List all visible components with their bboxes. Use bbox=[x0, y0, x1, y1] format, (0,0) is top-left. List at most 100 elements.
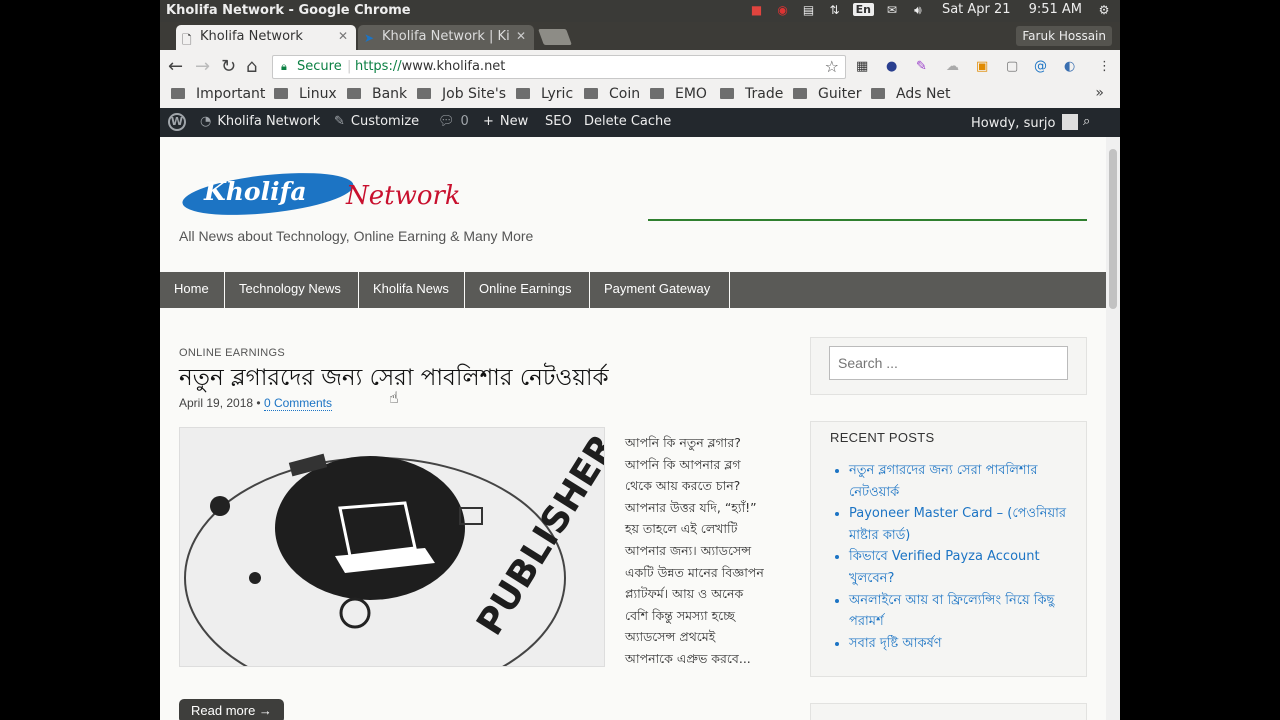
scrollbar-thumb[interactable] bbox=[1109, 149, 1117, 309]
post-category[interactable]: ONLINE EARNINGS bbox=[179, 347, 285, 359]
nav-home[interactable]: Home bbox=[160, 272, 225, 308]
excerpt-line: একটি উন্নত মানের বিজ্ঞাপন bbox=[625, 564, 764, 580]
tab-kholifa-second[interactable]: ➤ Kholifa Network | Ki ✕ bbox=[358, 25, 534, 50]
publisher-illustration: PUBLISHER bbox=[180, 428, 604, 666]
admin-comments[interactable]: 💬︎ 0 bbox=[438, 114, 469, 129]
cloud-extension-icon[interactable]: ☁ bbox=[946, 59, 959, 74]
address-bar[interactable]: 🔒︎ Secure | https://www.kholifa.net ☆ bbox=[272, 55, 846, 79]
bookmark-folder-job-sites[interactable]: Job Site's bbox=[417, 86, 506, 102]
profile-button[interactable]: Faruk Hossain bbox=[1016, 26, 1112, 46]
admin-seo[interactable]: SEO bbox=[545, 114, 572, 129]
logo-text-right[interactable]: Network bbox=[346, 181, 461, 211]
next-widget bbox=[810, 703, 1087, 720]
home-icon[interactable]: ⌂ bbox=[246, 56, 257, 77]
search-widget bbox=[810, 337, 1087, 395]
logo-text-left[interactable]: Kholifa bbox=[204, 177, 307, 206]
read-more-button[interactable]: Read more → bbox=[179, 699, 284, 720]
nav-technology-news[interactable]: Technology News bbox=[225, 272, 359, 308]
reload-icon[interactable]: ↻ bbox=[221, 56, 236, 77]
recent-posts-list: নতুন ব্লগারদের জন্য সেরা পাবলিশার নেটওয়… bbox=[829, 460, 1069, 654]
tab-kholifa-active[interactable]: 🗋 Kholifa Network ✕ bbox=[176, 25, 356, 50]
clock-label[interactable]: 9:51 AM bbox=[1029, 2, 1082, 17]
back-arrow-icon[interactable]: ← bbox=[168, 56, 183, 77]
excerpt-line: আপনি কি আপনার ব্লগ bbox=[625, 456, 741, 472]
folder-icon bbox=[650, 88, 664, 99]
tab-label: Kholifa Network | Ki bbox=[382, 29, 510, 44]
mail-icon[interactable]: ✉ bbox=[884, 3, 900, 17]
nav-kholifa-news[interactable]: Kholifa News bbox=[359, 272, 465, 308]
bookmarks-overflow-button[interactable]: » bbox=[1095, 85, 1104, 101]
excerpt-line: আপনাকে এপ্রুভ করবে... bbox=[625, 650, 751, 666]
bookmark-folder-emo[interactable]: EMO bbox=[650, 86, 707, 102]
admin-search-icon[interactable]: ⌕ bbox=[1083, 114, 1090, 129]
admin-customize[interactable]: ✎ Customize bbox=[334, 114, 419, 129]
tab-strip: 🗋 Kholifa Network ✕ ➤ Kholifa Network | … bbox=[160, 22, 1120, 50]
excerpt-line: প্ল্যাটফর্ম। আয় ও অনেক bbox=[625, 586, 744, 602]
post-meta: April 19, 2018 • 0 Comments bbox=[179, 396, 332, 411]
bookmark-folder-important[interactable]: Important bbox=[171, 86, 265, 102]
bookmark-folder-linux[interactable]: Linux bbox=[274, 86, 337, 102]
recent-post-link[interactable]: নতুন ব্লগারদের জন্য সেরা পাবলিশার নেটওয়… bbox=[849, 460, 1069, 503]
excerpt-line: অ্যাডসেন্স প্রথমেই bbox=[625, 629, 716, 645]
recorder-icon[interactable]: ◉ bbox=[775, 3, 791, 17]
date-label[interactable]: Sat Apr 21 bbox=[942, 2, 1011, 17]
pen-extension-icon[interactable]: ✎ bbox=[916, 59, 927, 74]
folder-icon bbox=[871, 88, 885, 99]
admin-delete-cache[interactable]: Delete Cache bbox=[584, 114, 671, 129]
at-sign-extension-icon[interactable]: @ bbox=[1034, 59, 1047, 74]
wordpress-logo-icon[interactable]: W bbox=[168, 113, 186, 131]
adblock-off-icon[interactable]: ▣ bbox=[976, 59, 988, 74]
url-text[interactable]: https://www.kholifa.net bbox=[355, 59, 505, 74]
recent-post-link[interactable]: অনলাইনে আয় বা ফ্রিল্যেন্সিং নিয়ে কিছু … bbox=[849, 590, 1069, 633]
forward-arrow-icon[interactable]: → bbox=[195, 56, 210, 77]
volume-icon[interactable]: 🔊︎ bbox=[910, 3, 926, 17]
url-host: www.kholifa.net bbox=[401, 59, 506, 74]
os-top-panel: Kholifa Network - Google Chrome ■ ◉ ▤ ⇅ … bbox=[160, 0, 1120, 22]
url-scheme: https:// bbox=[355, 59, 402, 74]
page-scrollbar[interactable] bbox=[1106, 137, 1120, 720]
page-icon: 🗋 bbox=[182, 33, 192, 47]
close-tab-icon[interactable]: ✕ bbox=[338, 29, 348, 43]
bookmark-folder-bank[interactable]: Bank bbox=[347, 86, 407, 102]
post-thumbnail[interactable]: PUBLISHER bbox=[179, 427, 605, 667]
clipboard-icon[interactable]: ▤ bbox=[801, 3, 817, 17]
dashboard-icon: ◔ bbox=[200, 114, 212, 129]
site-favicon-icon: ➤ bbox=[364, 31, 375, 45]
admin-howdy[interactable]: Howdy, surjo bbox=[971, 114, 1078, 131]
excerpt-line: আপনি কি নতুন ব্লগার? bbox=[625, 435, 741, 450]
bookmark-folder-lyric[interactable]: Lyric bbox=[516, 86, 573, 102]
qr-code-icon[interactable]: ▦ bbox=[856, 59, 868, 74]
bookmark-folder-trade[interactable]: Trade bbox=[720, 86, 783, 102]
close-tab-icon[interactable]: ✕ bbox=[516, 29, 526, 43]
nav-online-earnings[interactable]: Online Earnings bbox=[465, 272, 590, 308]
post-date: April 19, 2018 bbox=[179, 396, 254, 410]
bookmark-folder-guiter[interactable]: Guiter bbox=[793, 86, 861, 102]
folder-icon bbox=[584, 88, 598, 99]
tab-extension-icon[interactable]: ▢ bbox=[1006, 59, 1018, 74]
admin-new[interactable]: + New bbox=[483, 114, 528, 129]
bookmarks-bar: Important Linux Bank Job Site's Lyric Co… bbox=[160, 84, 1120, 108]
excerpt-line: থেকে আয় করতে চান? bbox=[625, 478, 741, 494]
window-title: Kholifa Network - Google Chrome bbox=[166, 3, 411, 18]
chrome-menu-icon[interactable]: ⋮ bbox=[1098, 59, 1111, 74]
recent-post-link[interactable]: সবার দৃষ্টি আকর্ষণ bbox=[849, 633, 1069, 655]
bookmark-folder-ads-net[interactable]: Ads Net bbox=[871, 86, 951, 102]
keyboard-language[interactable]: En bbox=[852, 3, 874, 16]
brush-icon: ✎ bbox=[334, 114, 345, 129]
nav-payment-gateway[interactable]: Payment Gateway bbox=[590, 272, 730, 308]
recent-post-link[interactable]: কিভাবে Verified Payza Account খুলবেন? bbox=[849, 546, 1069, 589]
recent-posts-title: RECENT POSTS bbox=[830, 430, 935, 445]
new-tab-button[interactable] bbox=[538, 29, 572, 45]
network-icon[interactable]: ⇅ bbox=[827, 3, 843, 17]
extension-arrow-icon[interactable]: ● bbox=[886, 59, 897, 74]
bookmark-star-icon[interactable]: ☆ bbox=[825, 57, 839, 76]
camera-icon[interactable]: ■ bbox=[749, 3, 765, 17]
bookmark-folder-coin[interactable]: Coin bbox=[584, 86, 640, 102]
comments-link[interactable]: 0 Comments bbox=[263, 396, 332, 411]
settings-gear-icon[interactable]: ⚙ bbox=[1096, 3, 1112, 17]
admin-site-name[interactable]: ◔ Kholifa Network bbox=[200, 114, 320, 129]
python-extension-icon[interactable]: ◐ bbox=[1064, 59, 1075, 74]
folder-icon bbox=[417, 88, 431, 99]
search-input[interactable] bbox=[829, 346, 1068, 380]
recent-post-link[interactable]: Payoneer Master Card – (পেওনিয়ার মাষ্টা… bbox=[849, 503, 1069, 546]
